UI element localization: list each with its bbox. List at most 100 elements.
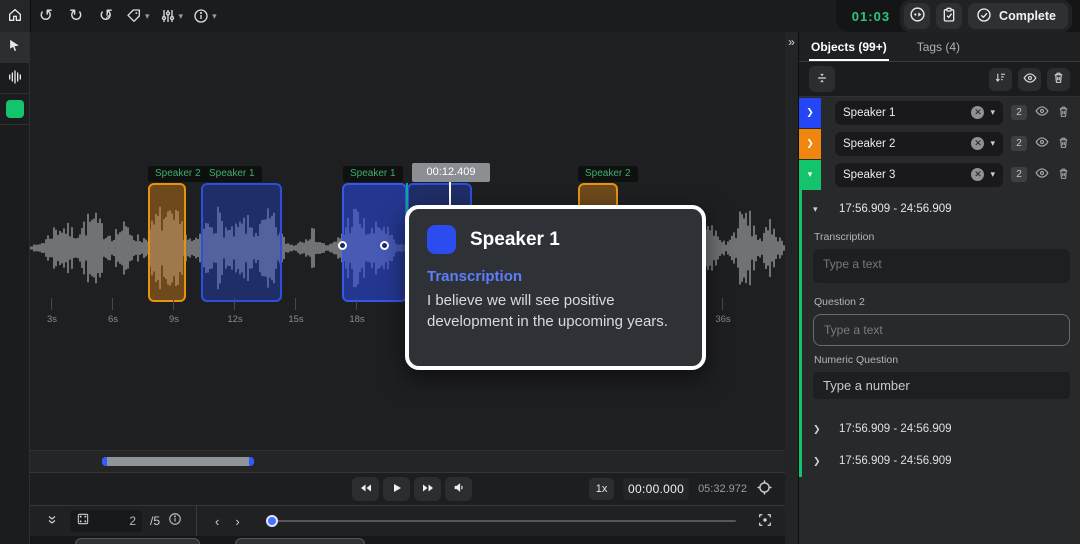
question2-field-label: Question 2 — [814, 296, 1070, 308]
next-page-button[interactable]: › — [231, 514, 243, 529]
instance-count-badge: 2 — [1011, 105, 1027, 120]
instance-range-row-collapsed[interactable]: ❯ 17:56.909 - 24:56.909 — [813, 445, 1070, 477]
class-color-swatch — [6, 100, 24, 118]
scrollbar-thumb[interactable] — [102, 457, 254, 466]
toggle-visibility-button[interactable] — [1035, 104, 1049, 121]
timeline-tick — [234, 298, 235, 310]
redo-button[interactable]: ↻ — [61, 0, 91, 32]
segment-resize-handle[interactable] — [338, 241, 347, 250]
delete-all-button[interactable] — [1047, 68, 1070, 91]
toggle-visibility-all-button[interactable] — [1018, 68, 1041, 91]
instance-range-row[interactable]: ▾ 17:56.909 - 24:56.909 — [813, 196, 1070, 222]
segment-resize-handle[interactable] — [380, 241, 389, 250]
chevron-down-icon: ▾ — [808, 169, 813, 180]
audio-segment-speaker1[interactable] — [201, 183, 282, 302]
chevron-right-icon: ❯ — [813, 456, 823, 467]
audio-segment-tool-button[interactable] — [0, 63, 29, 94]
tab-objects[interactable]: Objects (99+) — [809, 32, 889, 61]
waveform-canvas[interactable]: Speaker 2 Speaker 1 Speaker 1 Speaker 2 … — [30, 32, 785, 450]
playback-settings-button[interactable] — [756, 479, 773, 499]
object-name-pill[interactable]: Speaker 1 ✕ ▾ — [835, 101, 1003, 125]
tag-icon — [126, 8, 142, 24]
chevron-down-icon[interactable]: ▾ — [990, 107, 995, 118]
complete-button[interactable]: Complete — [968, 3, 1068, 29]
delete-object-button[interactable] — [1057, 105, 1070, 121]
class-color-button[interactable] — [0, 94, 29, 125]
collapse-panel-button[interactable] — [42, 514, 62, 529]
play-icon — [391, 482, 403, 497]
instance-count-badge: 2 — [1011, 167, 1027, 182]
session-timer: 01:03 — [852, 9, 890, 24]
instance-count-badge: 2 — [1011, 136, 1027, 151]
timeline-tick-label: 12s — [227, 314, 242, 325]
audio-annotation-app: ↺ ↻ ↺ ✕ ▾ ▾ ▾ — [0, 0, 1080, 544]
rewind-button[interactable] — [352, 477, 379, 501]
expand-object-chip[interactable]: ❯ — [799, 98, 821, 128]
audio-segment-speaker2[interactable] — [148, 183, 186, 302]
page-number-value[interactable]: 2 — [96, 514, 136, 528]
object-row-speaker2: ❯ Speaker 2 ✕ ▾ 2 — [799, 128, 1080, 159]
record-button[interactable] — [904, 3, 930, 29]
chevron-down-icon: ▾ — [813, 204, 823, 215]
clear-class-icon[interactable]: ✕ — [971, 137, 984, 150]
reset-annotations-button[interactable]: ↺ ✕ — [91, 0, 121, 32]
tab-tags[interactable]: Tags (4) — [915, 32, 962, 61]
instance-time-range: 17:56.909 - 24:56.909 — [839, 203, 952, 215]
slider-track[interactable] — [266, 520, 736, 522]
volume-icon — [452, 481, 466, 497]
object-name-pill[interactable]: Speaker 3 ✕ ▾ — [835, 163, 1003, 187]
fast-forward-button[interactable] — [414, 477, 441, 501]
question2-input[interactable] — [813, 314, 1070, 346]
chevron-right-icon: ❯ — [813, 424, 823, 435]
drawer-item-stub[interactable] — [235, 538, 365, 544]
page-input-box[interactable]: 2 — [70, 510, 142, 532]
page-slider[interactable] — [266, 515, 736, 527]
info-menu-button[interactable]: ▾ — [188, 0, 222, 32]
chevron-down-icon[interactable]: ▾ — [990, 138, 995, 149]
previous-page-button[interactable]: ‹ — [211, 514, 223, 529]
timeline-tick-label: 36s — [715, 314, 730, 325]
transcription-input[interactable] — [813, 249, 1070, 283]
trash-icon — [1057, 105, 1070, 121]
delete-object-button[interactable] — [1057, 136, 1070, 152]
clear-class-icon[interactable]: ✕ — [971, 168, 984, 181]
expand-object-chip[interactable]: ❯ — [799, 129, 821, 159]
collapse-object-chip[interactable]: ▾ — [799, 160, 821, 190]
fit-to-view-button[interactable] — [757, 512, 773, 531]
expand-panel-button[interactable]: » — [785, 32, 798, 52]
volume-button[interactable] — [445, 477, 472, 501]
instance-time-range: 17:56.909 - 24:56.909 — [839, 455, 952, 467]
current-time-display[interactable]: 00:00.000 — [623, 478, 689, 500]
delete-object-button[interactable] — [1057, 167, 1070, 183]
sort-button[interactable] — [989, 68, 1012, 91]
tasks-button[interactable] — [936, 3, 962, 29]
object-name-pill[interactable]: Speaker 2 ✕ ▾ — [835, 132, 1003, 156]
panel-toolbar-right — [989, 68, 1070, 91]
drawer-item-stub[interactable] — [75, 538, 200, 544]
instance-range-row-collapsed[interactable]: ❯ 17:56.909 - 24:56.909 — [813, 413, 1070, 445]
record-icon — [909, 6, 926, 26]
slider-knob[interactable] — [266, 515, 278, 527]
toggle-visibility-button[interactable] — [1035, 135, 1049, 152]
filters-menu-button[interactable]: ▾ — [155, 0, 189, 32]
merge-segments-button[interactable] — [809, 66, 835, 92]
info-circle-icon — [168, 512, 182, 531]
chevron-down-icon[interactable]: ▾ — [990, 169, 995, 180]
audio-segment-speaker1-selected[interactable] — [342, 183, 407, 302]
complete-label: Complete — [999, 9, 1056, 23]
playback-speed-button[interactable]: 1x — [589, 478, 614, 500]
numeric-question-input[interactable] — [813, 372, 1070, 399]
topbar-right: 01:03 Complete — [836, 0, 1080, 32]
rewind-icon — [359, 482, 373, 497]
undo-button[interactable]: ↺ — [31, 0, 61, 32]
clear-class-icon[interactable]: ✕ — [971, 106, 984, 119]
segment-label: Speaker 1 — [343, 166, 403, 182]
play-button[interactable] — [383, 477, 410, 501]
select-tool-button[interactable] — [0, 32, 29, 63]
toggle-visibility-button[interactable] — [1035, 166, 1049, 183]
transcription-field-label: Transcription — [814, 231, 1070, 243]
home-button[interactable] — [0, 0, 30, 32]
tag-menu-button[interactable]: ▾ — [121, 0, 155, 32]
instance-time-range: 17:56.909 - 24:56.909 — [839, 423, 952, 435]
timeline-tick-label: 3s — [47, 314, 57, 325]
